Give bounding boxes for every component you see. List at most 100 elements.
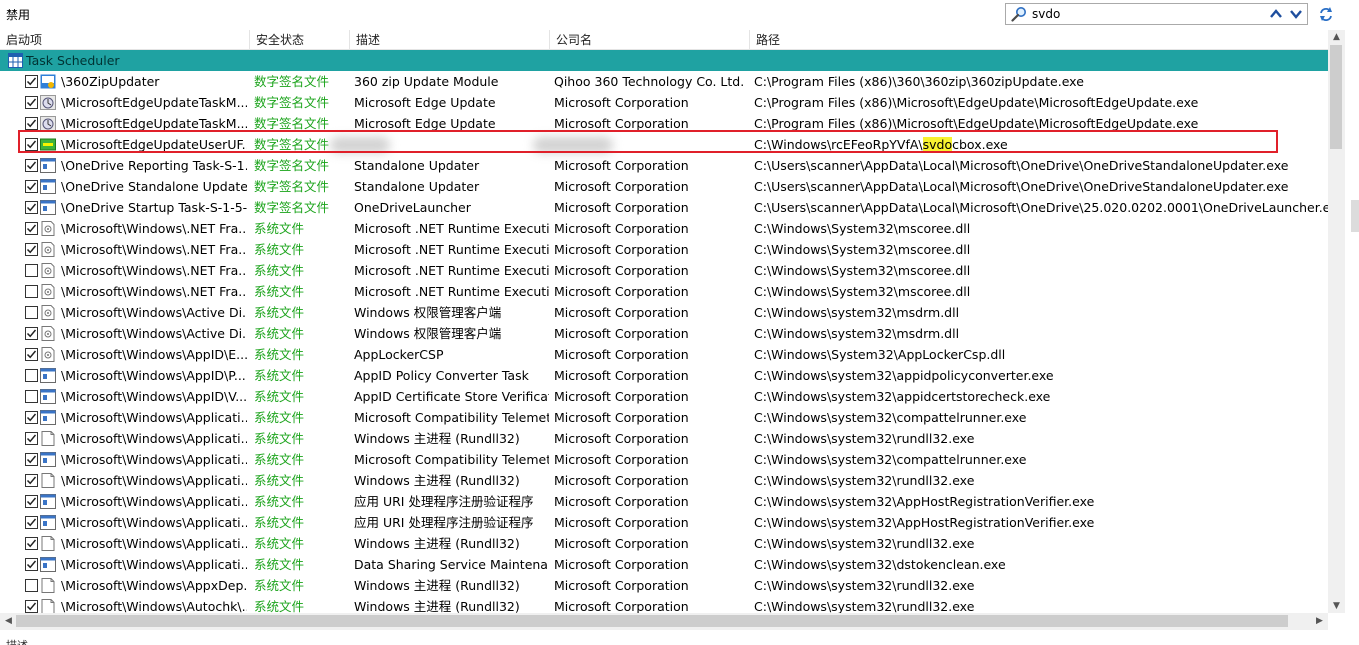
table-row[interactable]: \Microsoft\Windows\Applicati... 系统文件 Windo…: [0, 533, 1328, 554]
table-row[interactable]: \Microsoft\Windows\Applicati... 系统文件 应用 UR…: [0, 512, 1328, 533]
startup-name-cell: \Microsoft\Windows\AppID\E...: [61, 347, 247, 362]
enable-checkbox[interactable]: [25, 327, 38, 340]
table-row[interactable]: \OneDrive Reporting Task-S-1... 数字签名文件 Sta…: [0, 155, 1328, 176]
table-row[interactable]: \MicrosoftEdgeUpdateTaskM... 数字签名文件 Micros…: [0, 92, 1328, 113]
enable-checkbox[interactable]: [25, 159, 38, 172]
enable-checkbox[interactable]: [25, 600, 38, 613]
table-row[interactable]: \Microsoft\Windows\Active Di... 系统文件 Windo…: [0, 302, 1328, 323]
table-row-suspicious[interactable]: \MicrosoftEdgeUpdateUserUF... 数字签名文件 C:\Wi…: [0, 134, 1328, 155]
table-row[interactable]: \Microsoft\Windows\Applicati... 系统文件 Windo…: [0, 428, 1328, 449]
task-scheduler-icon: [8, 53, 23, 68]
path-cell: C:\Windows\System32\mscoree.dll: [754, 221, 971, 236]
enable-checkbox[interactable]: [25, 180, 38, 193]
chevron-up-icon[interactable]: [1268, 6, 1284, 22]
description-cell: Data Sharing Service Maintenan...: [354, 557, 549, 572]
enable-checkbox[interactable]: [25, 558, 38, 571]
enable-checkbox[interactable]: [25, 432, 38, 445]
column-header-security-status[interactable]: 安全状态: [250, 30, 350, 50]
path-cell: C:\Windows\system32\rundll32.exe: [754, 536, 975, 551]
table-row[interactable]: \Microsoft\Windows\AppID\P... 系统文件 AppID P…: [0, 365, 1328, 386]
company-cell: Microsoft Corporation: [554, 389, 689, 404]
table-row[interactable]: \Microsoft\Windows\.NET Fra... 系统文件 Micros…: [0, 260, 1328, 281]
scroll-down-arrow-icon[interactable]: ▼: [1328, 601, 1345, 611]
enable-checkbox[interactable]: [25, 96, 38, 109]
enable-checkbox[interactable]: [25, 306, 38, 319]
enable-checkbox[interactable]: [25, 201, 38, 214]
enable-checkbox[interactable]: [25, 369, 38, 382]
enable-checkbox[interactable]: [25, 537, 38, 550]
path-cell: C:\Windows\system32\rundll32.exe: [754, 578, 975, 593]
company-cell: Microsoft Corporation: [554, 410, 689, 425]
path-cell: C:\Windows\System32\AppLockerCsp.dll: [754, 347, 1006, 362]
path-cell: C:\Windows\system32\AppHostRegistrationV…: [754, 515, 1095, 530]
startup-name-cell: \Microsoft\Windows\Applicati...: [61, 452, 247, 467]
column-header-company[interactable]: 公司名: [550, 30, 750, 50]
table-row[interactable]: \Microsoft\Windows\.NET Fra... 系统文件 Micros…: [0, 281, 1328, 302]
horizontal-scroll-thumb[interactable]: [16, 615, 1288, 627]
path-cell: C:\Windows\System32\mscoree.dll: [754, 242, 971, 257]
security-status-cell: 系统文件: [254, 347, 305, 362]
table-row[interactable]: \MicrosoftEdgeUpdateTaskM... 数字签名文件 Micros…: [0, 113, 1328, 134]
table-row[interactable]: \360ZipUpdater 数字签名文件 360 zip Update Modul…: [0, 71, 1328, 92]
table-row[interactable]: \OneDrive Standalone Update... 数字签名文件 Stan…: [0, 176, 1328, 197]
enable-checkbox[interactable]: [25, 579, 38, 592]
table-row[interactable]: \Microsoft\Windows\Applicati... 系统文件 Micro…: [0, 449, 1328, 470]
table-row[interactable]: \Microsoft\Windows\.NET Fra... 系统文件 Micros…: [0, 239, 1328, 260]
table-row[interactable]: \OneDrive Startup Task-S-1-5-... 数字签名文件 On…: [0, 197, 1328, 218]
description-cell: Microsoft Compatibility Telemet...: [354, 452, 549, 467]
company-cell: Microsoft Corporation: [554, 515, 689, 530]
path-cell: C:\Windows\system32\appidpolicyconverter…: [754, 368, 1054, 383]
company-cell: Microsoft Corporation: [554, 347, 689, 362]
table-row[interactable]: \Microsoft\Windows\Applicati... 系统文件 Micro…: [0, 407, 1328, 428]
company-cell: Microsoft Corporation: [554, 95, 689, 110]
search-input[interactable]: [1032, 6, 1262, 22]
enable-checkbox[interactable]: [25, 411, 38, 424]
disable-tab[interactable]: 禁用: [6, 6, 30, 23]
refresh-icon[interactable]: [1317, 5, 1335, 23]
security-status-cell: 系统文件: [254, 431, 305, 446]
table-row[interactable]: \Microsoft\Windows\Applicati... 系统文件 Data …: [0, 554, 1328, 575]
enable-checkbox[interactable]: [25, 138, 38, 151]
vertical-scrollbar[interactable]: ▲ ▼: [1328, 30, 1345, 613]
description-cell: Windows 主进程 (Rundll32): [354, 431, 520, 446]
enable-checkbox[interactable]: [25, 348, 38, 361]
vertical-scroll-thumb[interactable]: [1330, 45, 1342, 149]
chevron-down-icon[interactable]: [1288, 6, 1304, 22]
scroll-left-arrow-icon[interactable]: ◀: [0, 616, 17, 626]
table-row[interactable]: \Microsoft\Windows\Applicati... 系统文件 Windo…: [0, 470, 1328, 491]
enable-checkbox[interactable]: [25, 285, 38, 298]
table-row[interactable]: \Microsoft\Windows\AppID\E... 系统文件 AppLock…: [0, 344, 1328, 365]
enable-checkbox[interactable]: [25, 390, 38, 403]
enable-checkbox[interactable]: [25, 75, 38, 88]
enable-checkbox[interactable]: [25, 495, 38, 508]
page-icon: [40, 536, 56, 551]
table-row[interactable]: \Microsoft\Windows\AppID\V... 系统文件 AppID C…: [0, 386, 1328, 407]
enable-checkbox[interactable]: [25, 474, 38, 487]
enable-checkbox[interactable]: [25, 516, 38, 529]
startup-list[interactable]: Task Scheduler \360ZipUpdater 数字签名文件 360 z…: [0, 50, 1328, 613]
column-header-description[interactable]: 描述: [350, 30, 550, 50]
column-header-path[interactable]: 路径: [750, 30, 1328, 50]
security-status-cell: 系统文件: [254, 557, 305, 572]
security-status-cell: 系统文件: [254, 515, 305, 530]
description-cell: AppID Certificate Store Verificat...: [354, 389, 549, 404]
enable-checkbox[interactable]: [25, 117, 38, 130]
enable-checkbox[interactable]: [25, 453, 38, 466]
enable-checkbox[interactable]: [25, 222, 38, 235]
table-row[interactable]: \Microsoft\Windows\Autochk\... 系统文件 Window…: [0, 596, 1328, 613]
scroll-up-arrow-icon[interactable]: ▲: [1328, 32, 1345, 42]
horizontal-scrollbar[interactable]: ◀ ▶: [0, 613, 1328, 630]
table-row[interactable]: \Microsoft\Windows\.NET Fra... 系统文件 Micros…: [0, 218, 1328, 239]
enable-checkbox[interactable]: [25, 243, 38, 256]
scroll-right-arrow-icon[interactable]: ▶: [1311, 616, 1328, 626]
table-row[interactable]: \Microsoft\Windows\Active Di... 系统文件 Windo…: [0, 323, 1328, 344]
startup-name-cell: \OneDrive Startup Task-S-1-5-...: [61, 200, 247, 215]
search-box[interactable]: [1005, 3, 1308, 25]
column-header-startup-item[interactable]: 启动项: [0, 30, 250, 50]
side-panel-scroll-thumb[interactable]: [1351, 200, 1359, 232]
table-row[interactable]: \Microsoft\Windows\Applicati... 系统文件 应用 UR…: [0, 491, 1328, 512]
startup-name-cell: \Microsoft\Windows\.NET Fra...: [61, 263, 247, 278]
group-row-task-scheduler[interactable]: Task Scheduler: [0, 50, 1328, 71]
table-row[interactable]: \Microsoft\Windows\AppxDep... 系统文件 Windows…: [0, 575, 1328, 596]
enable-checkbox[interactable]: [25, 264, 38, 277]
